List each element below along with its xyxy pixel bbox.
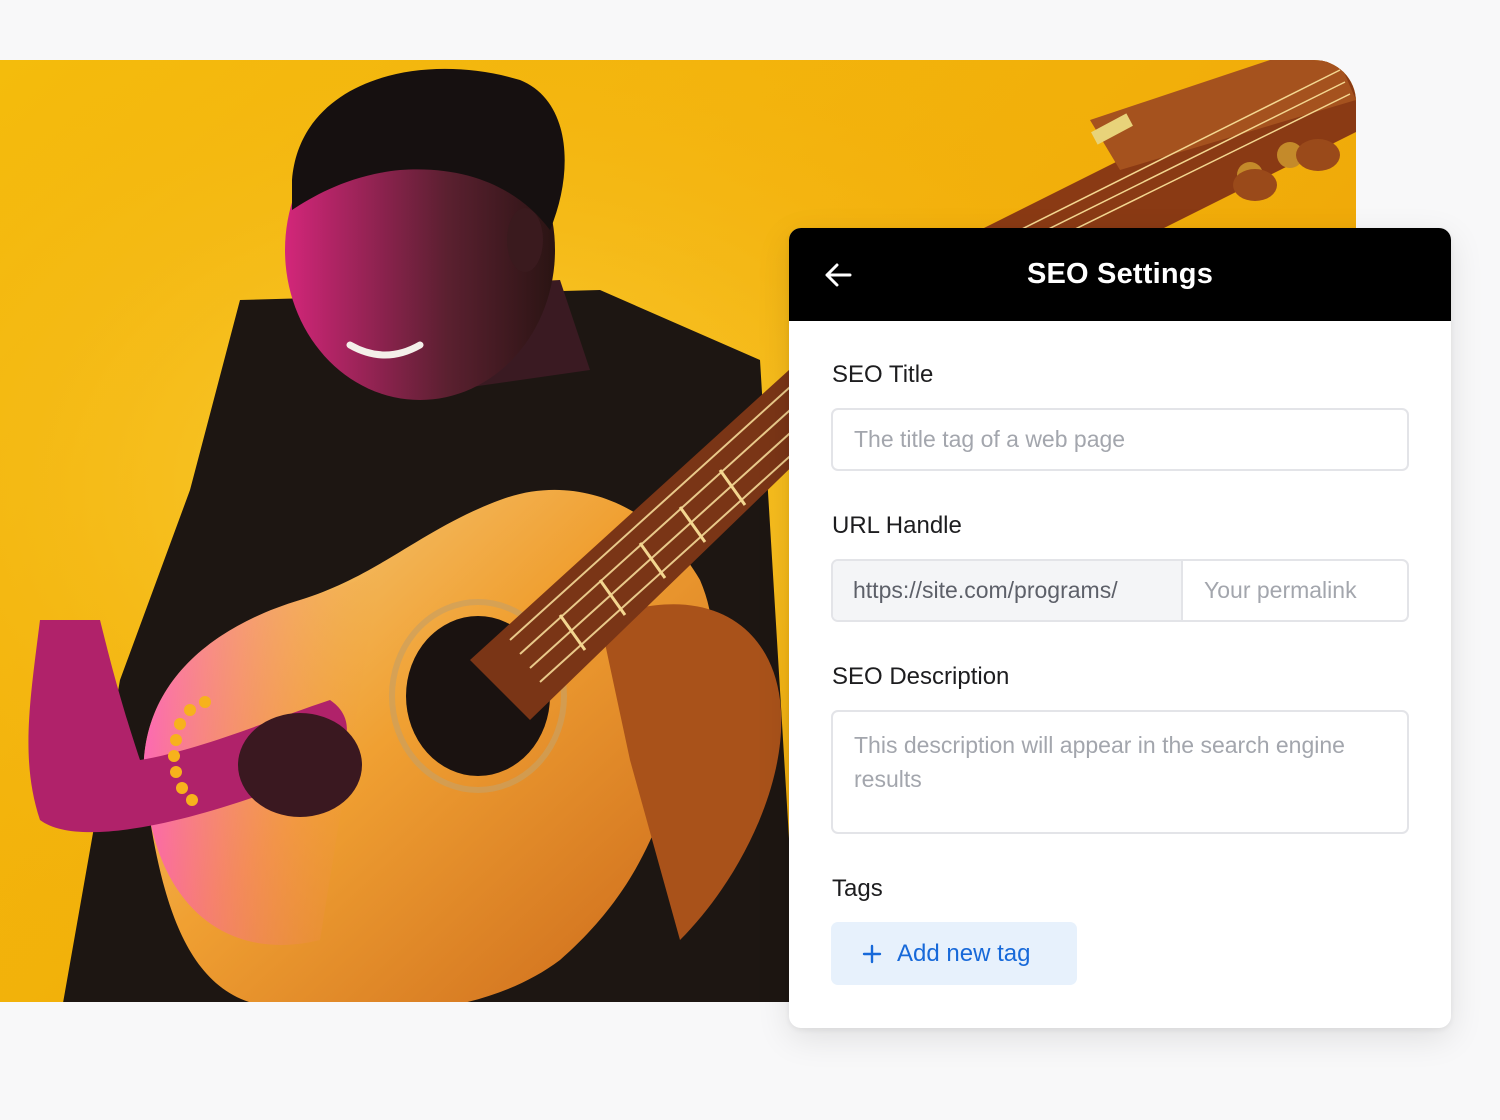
url-handle-field: https://site.com/programs/ Your permalin… bbox=[831, 559, 1409, 622]
permalink-input[interactable]: Your permalink bbox=[1183, 561, 1407, 620]
url-handle-label: URL Handle bbox=[832, 512, 962, 539]
tags-label: Tags bbox=[832, 875, 883, 902]
add-new-tag-label: Add new tag bbox=[897, 939, 1031, 967]
seo-title-placeholder: The title tag of a web page bbox=[854, 426, 1126, 452]
page-title: SEO Settings bbox=[1026, 258, 1214, 290]
seo-title-label: SEO Title bbox=[832, 361, 934, 388]
permalink-placeholder: Your permalink bbox=[1204, 577, 1357, 603]
url-prefix: https://site.com/programs/ bbox=[833, 561, 1183, 620]
seo-settings-panel: SEO Settings SEO Title The title tag of … bbox=[789, 228, 1451, 1028]
plus-icon bbox=[862, 944, 882, 963]
add-new-tag-button[interactable]: Add new tag bbox=[831, 922, 1077, 985]
seo-description-label: SEO Description bbox=[832, 663, 1010, 690]
seo-description-textarea[interactable]: This description will appear in the sear… bbox=[831, 710, 1409, 834]
arrow-left-icon bbox=[825, 263, 852, 287]
panel-header: SEO Settings bbox=[789, 228, 1451, 321]
seo-description-placeholder: This description will appear in the sear… bbox=[854, 732, 1345, 792]
seo-title-input[interactable]: The title tag of a web page bbox=[831, 408, 1409, 471]
hand bbox=[238, 713, 362, 817]
back-button[interactable] bbox=[821, 258, 855, 292]
